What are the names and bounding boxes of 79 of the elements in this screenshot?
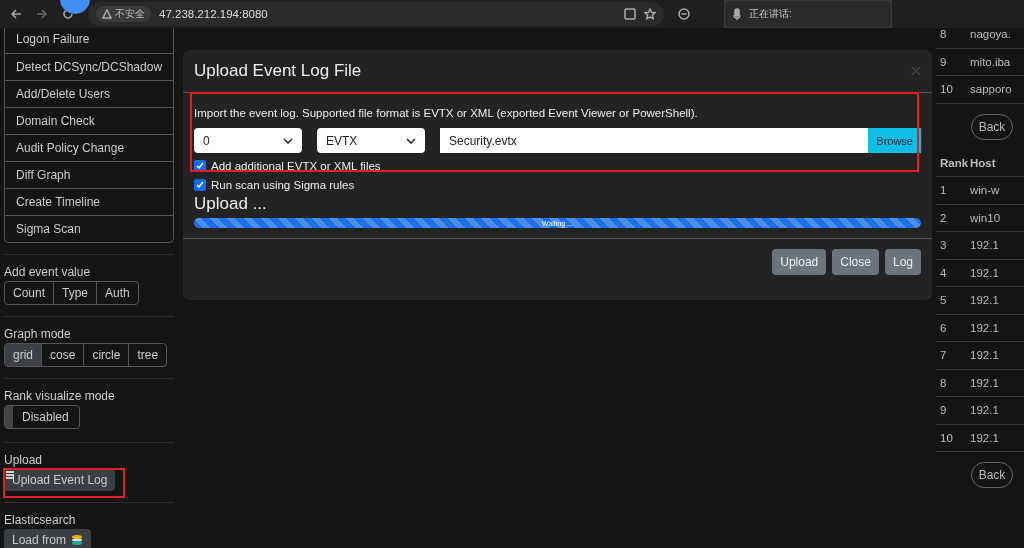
option-button[interactable]: Type bbox=[53, 282, 97, 304]
rank-cell-text: 4 bbox=[940, 266, 948, 279]
microphone-icon bbox=[733, 8, 741, 20]
star-icon[interactable] bbox=[644, 8, 656, 20]
load-button[interactable]: Load from bbox=[4, 529, 92, 548]
rank-cell-text: 9 bbox=[940, 404, 948, 417]
minus-circle-icon[interactable] bbox=[678, 8, 690, 20]
menu-icon[interactable] bbox=[5, 470, 15, 480]
menu-item[interactable]: Create Timeline bbox=[5, 188, 173, 215]
rank-cell-text: 6 bbox=[940, 321, 948, 334]
host-cell-text: win10 bbox=[970, 211, 1002, 224]
host-cell-text: 192.1 bbox=[970, 349, 1000, 362]
rank-cell-text: 7 bbox=[940, 349, 948, 362]
rank-cell-text: 10 bbox=[940, 431, 954, 444]
select-field[interactable]: 0 bbox=[194, 128, 302, 153]
menu-item[interactable]: Audit Policy Change bbox=[5, 134, 173, 161]
host-cell-text: 192.1 bbox=[970, 376, 1000, 389]
host-cell-text: 192.1 bbox=[970, 239, 1000, 252]
section-label: Elasticsearch bbox=[4, 513, 77, 527]
rank-cell-text: 5 bbox=[940, 294, 948, 307]
menu-item[interactable]: Diff Graph bbox=[5, 161, 173, 188]
forward-icon[interactable] bbox=[36, 8, 48, 20]
section-label: Add event value bbox=[4, 265, 92, 279]
column-header: Host bbox=[970, 156, 997, 169]
footer-button[interactable]: Close bbox=[832, 249, 879, 275]
host-cell-text: nagoya. bbox=[970, 28, 1012, 41]
option-button[interactable]: grid bbox=[5, 344, 41, 366]
rank-cell-text: 1 bbox=[940, 184, 948, 197]
host-cell-text: 192.1 bbox=[970, 294, 1000, 307]
host-cell-text: mito.iba bbox=[970, 55, 1012, 68]
option-button[interactable]: tree bbox=[128, 344, 167, 366]
rank-cell-text: 8 bbox=[940, 376, 948, 389]
menu-item[interactable]: Sigma Scan bbox=[5, 215, 173, 242]
security-badge: 不安全 bbox=[96, 6, 151, 22]
footer-button[interactable]: Log bbox=[884, 249, 921, 275]
column-header: Rank bbox=[940, 156, 970, 169]
option-button[interactable]: cose bbox=[41, 344, 84, 366]
modal-title: Upload Event Log File bbox=[194, 61, 362, 81]
description-text: Import the event log. Supported file format is EVTX or XML (exported Event Viewer or PowerShell). bbox=[194, 107, 699, 119]
rank-cell-text: 9 bbox=[940, 55, 948, 68]
file-field[interactable]: Security.evtx bbox=[440, 128, 869, 153]
menu-item[interactable]: Logon Failure bbox=[5, 28, 173, 53]
url-text: 47.238.212.194:8080 bbox=[159, 8, 269, 20]
check-icon bbox=[196, 162, 204, 170]
back-icon[interactable] bbox=[10, 8, 22, 20]
checkbox[interactable] bbox=[194, 179, 206, 191]
stack-icon bbox=[71, 534, 84, 546]
checkbox-label: Run scan using Sigma rules bbox=[211, 179, 355, 191]
checkbox-label: Add additional EVTX or XML files bbox=[211, 160, 381, 172]
rank-cell-text: 10 bbox=[940, 83, 954, 96]
section-label: Graph mode bbox=[4, 327, 72, 341]
warning-icon bbox=[102, 9, 112, 19]
menu-item[interactable]: Add/Delete Users bbox=[5, 80, 173, 107]
host-cell-text: 192.1 bbox=[970, 404, 1000, 417]
voice-panel: 正在讲话: bbox=[724, 0, 892, 28]
check-icon bbox=[196, 181, 204, 189]
status-heading: Upload ... bbox=[194, 194, 268, 214]
address-bar[interactable]: 不安全 47.238.212.194:8080 bbox=[88, 2, 664, 26]
rank-cell-text: 2 bbox=[940, 211, 948, 224]
option-button[interactable]: Auth bbox=[96, 282, 138, 304]
option-button[interactable]: circle bbox=[83, 344, 129, 366]
host-cell-text: 192.1 bbox=[970, 321, 1000, 334]
chevron-down-icon bbox=[406, 137, 416, 144]
section-label: Rank visualize mode bbox=[4, 389, 116, 403]
chevron-down-icon bbox=[283, 137, 293, 144]
rank-cell-text: 8 bbox=[940, 28, 948, 41]
host-cell-text: win-w bbox=[970, 184, 1001, 197]
rank-cell-text: 3 bbox=[940, 239, 948, 252]
host-cell-text: 192.1 bbox=[970, 266, 1000, 279]
menu-item[interactable]: Detect DCSync/DCShadow bbox=[5, 53, 173, 80]
footer-button[interactable]: Upload bbox=[772, 249, 827, 275]
option-button[interactable]: Count bbox=[5, 282, 54, 304]
menu-item[interactable]: Domain Check bbox=[5, 107, 173, 134]
browse-button[interactable]: Browse bbox=[868, 128, 921, 153]
host-cell-text: 192.1 bbox=[970, 431, 1000, 444]
section-label: Upload bbox=[4, 453, 44, 467]
select-field[interactable]: EVTX bbox=[317, 128, 425, 153]
toggle-switch[interactable]: Disabled bbox=[4, 405, 80, 429]
host-cell-text: sapporo bbox=[970, 83, 1013, 96]
